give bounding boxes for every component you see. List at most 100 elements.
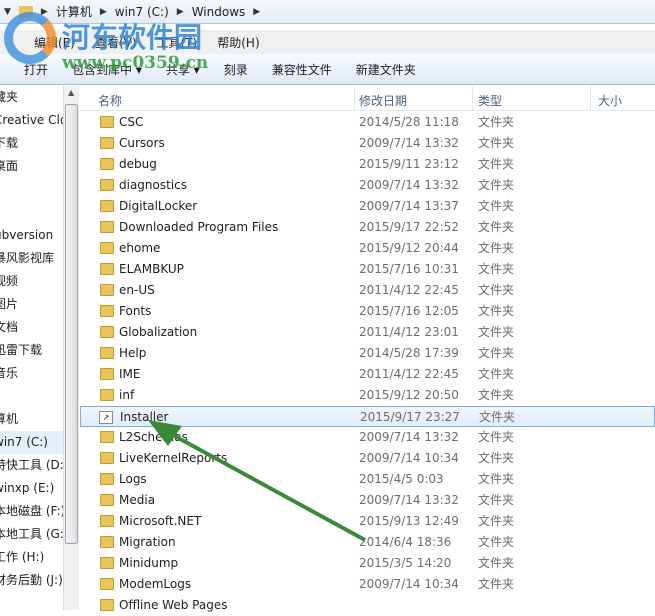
column-name[interactable]: 名称 — [98, 92, 122, 109]
file-row[interactable]: Cursors 2009/7/14 13:32 文件夹 — [80, 133, 655, 154]
file-row[interactable]: IME 2011/4/12 22:45 文件夹 — [80, 364, 655, 385]
column-divider[interactable] — [472, 86, 473, 111]
file-row[interactable]: DigitalLocker 2009/7/14 13:37 文件夹 — [80, 196, 655, 217]
breadcrumb-item[interactable]: win7 (C:) — [115, 5, 169, 19]
sidebar-item[interactable]: 藏夹 — [0, 86, 64, 109]
file-type: 文件夹 — [478, 262, 515, 276]
file-row[interactable]: L2Schemas 2009/7/14 13:32 文件夹 — [80, 427, 655, 448]
file-row[interactable]: ModemLogs 2009/7/14 10:34 文件夹 — [80, 574, 655, 595]
breadcrumb-item[interactable]: Windows — [192, 5, 246, 19]
shortcut-folder-icon: ↗ — [99, 411, 113, 424]
toolbar-button[interactable]: 打开 — [24, 61, 48, 78]
sidebar-item[interactable]: 本地磁盘 (F:) — [0, 500, 64, 523]
breadcrumb-item[interactable]: 计算机 — [56, 3, 92, 20]
nav-scrollbar[interactable]: ▲ — [63, 86, 79, 610]
toolbar-button[interactable]: 新建文件夹 — [356, 61, 416, 78]
sidebar-item[interactable] — [0, 385, 64, 408]
column-type[interactable]: 类型 — [478, 92, 502, 109]
file-row[interactable]: Logs 2015/4/5 0:03 文件夹 — [80, 469, 655, 490]
file-type: 文件夹 — [478, 514, 515, 528]
sidebar-item[interactable]: 文档 — [0, 316, 64, 339]
file-row[interactable]: debug 2015/9/11 23:12 文件夹 — [80, 154, 655, 175]
breadcrumb-separator-icon[interactable]: ▶ — [100, 7, 107, 17]
menu-item[interactable]: 工具(T) — [157, 34, 198, 51]
breadcrumb-separator-icon[interactable]: ▶ — [177, 7, 184, 17]
menu-item[interactable]: 编辑(E) — [34, 34, 75, 51]
file-row[interactable]: Help 2014/5/28 17:39 文件夹 — [80, 343, 655, 364]
sidebar-item[interactable]: 特快工具 (D: — [0, 454, 64, 477]
column-divider[interactable] — [354, 86, 355, 111]
file-list: CSC 2014/5/28 11:18 文件夹 Cursors 2009/7/14 13… — [80, 112, 655, 616]
sidebar-item[interactable]: 财务后勤 (J:) — [0, 569, 64, 592]
folder-icon — [100, 473, 114, 485]
file-type: 文件夹 — [478, 157, 515, 171]
toolbar-button[interactable]: 刻录 — [224, 61, 248, 78]
sidebar-item[interactable]: 图片 — [0, 293, 64, 316]
file-row[interactable]: ↗ Installer 2015/9/17 23:27 文件夹 — [80, 406, 655, 427]
scroll-up-icon[interactable]: ▲ — [68, 88, 74, 97]
file-row[interactable]: ehome 2015/9/12 20:44 文件夹 — [80, 238, 655, 259]
file-row[interactable]: Globalization 2011/4/12 23:01 文件夹 — [80, 322, 655, 343]
file-row[interactable]: CSC 2014/5/28 11:18 文件夹 — [80, 112, 655, 133]
folder-icon — [100, 263, 114, 275]
toolbar-button[interactable]: 包含到库中 ▾ — [72, 61, 142, 78]
breadcrumb-separator-icon[interactable]: ▶ — [253, 7, 260, 17]
column-date[interactable]: 修改日期 — [359, 92, 407, 109]
sidebar-item[interactable]: Creative Clo — [0, 109, 64, 132]
sidebar-item[interactable]: 视频 — [0, 270, 64, 293]
sidebar-item[interactable]: winxp (E:) — [0, 477, 64, 500]
file-date: 2015/9/11 23:12 — [359, 157, 459, 171]
toolbar-button[interactable]: 共享 ▾ — [166, 61, 200, 78]
file-row[interactable]: ELAMBKUP 2015/7/16 10:31 文件夹 — [80, 259, 655, 280]
menu-item[interactable]: 查看(V) — [95, 34, 137, 51]
file-date: 2015/9/12 20:50 — [359, 388, 459, 402]
sidebar-item[interactable]: 迅雷下载 — [0, 339, 64, 362]
sidebar-item[interactable]: ubversion — [0, 224, 64, 247]
sidebar-item[interactable]: 工作 (H:) — [0, 546, 64, 569]
file-row[interactable]: Microsoft.NET 2015/9/13 12:49 文件夹 — [80, 511, 655, 532]
file-date: 2015/7/16 10:31 — [359, 262, 459, 276]
menu-item[interactable]: 帮助(H) — [217, 34, 259, 51]
navigation-pane: 藏夹Creative Clo下载桌面 ubversion暴风影视库视频图片文档迅雷… — [0, 86, 64, 610]
file-row[interactable]: inf 2015/9/12 20:50 文件夹 — [80, 385, 655, 406]
file-type: 文件夹 — [478, 493, 515, 507]
sidebar-item[interactable]: 暴风影视库 — [0, 247, 64, 270]
file-row[interactable]: en-US 2011/4/12 22:45 文件夹 — [80, 280, 655, 301]
file-row[interactable]: LiveKernelReports 2009/7/14 10:34 文件夹 — [80, 448, 655, 469]
file-row[interactable]: diagnostics 2009/7/14 13:32 文件夹 — [80, 175, 655, 196]
chevron-down-icon[interactable]: ▼ — [4, 7, 11, 17]
folder-icon — [100, 494, 114, 506]
file-type: 文件夹 — [478, 556, 515, 570]
sidebar-item[interactable]: 音乐 — [0, 362, 64, 385]
file-row[interactable]: Media 2009/7/14 13:32 文件夹 — [80, 490, 655, 511]
scroll-thumb[interactable] — [65, 104, 78, 544]
file-date: 2009/7/14 13:32 — [359, 493, 459, 507]
file-date: 2015/9/13 12:49 — [359, 514, 459, 528]
file-row[interactable]: Downloaded Program Files 2015/9/17 22:52 文… — [80, 217, 655, 238]
sidebar-item[interactable] — [0, 201, 64, 224]
folder-icon — [100, 347, 114, 359]
file-row[interactable]: Offline Web Pages — [80, 595, 655, 616]
file-row[interactable]: Migration 2014/6/4 18:36 文件夹 — [80, 532, 655, 553]
sidebar-item[interactable]: win7 (C:) — [0, 431, 64, 454]
file-row[interactable]: Fonts 2015/7/16 12:05 文件夹 — [80, 301, 655, 322]
sidebar-item[interactable]: 本地工具 (G: — [0, 523, 64, 546]
sidebar-item[interactable]: 算机 — [0, 408, 64, 431]
breadcrumb-separator-icon[interactable]: ▶ — [41, 7, 48, 17]
file-name: inf — [119, 388, 135, 402]
column-size[interactable]: 大小 — [598, 92, 622, 109]
sidebar-item[interactable]: 桌面 — [0, 155, 64, 178]
folder-icon — [100, 578, 114, 590]
address-bar[interactable]: ▼ ▶ 计算机 ▶ win7 (C:) ▶ Windows ▶ — [0, 0, 655, 24]
column-divider[interactable] — [590, 86, 591, 111]
folder-icon — [100, 284, 114, 296]
folder-icon — [100, 536, 114, 548]
sidebar-item[interactable] — [0, 178, 64, 201]
sidebar-item[interactable]: 下载 — [0, 132, 64, 155]
file-date: 2009/7/14 10:34 — [359, 451, 459, 465]
folder-icon — [100, 389, 114, 401]
file-row[interactable]: Minidump 2015/3/5 14:20 文件夹 — [80, 553, 655, 574]
file-type: 文件夹 — [478, 388, 515, 402]
toolbar-button[interactable]: 兼容性文件 — [272, 61, 332, 78]
file-name: Fonts — [119, 304, 152, 318]
